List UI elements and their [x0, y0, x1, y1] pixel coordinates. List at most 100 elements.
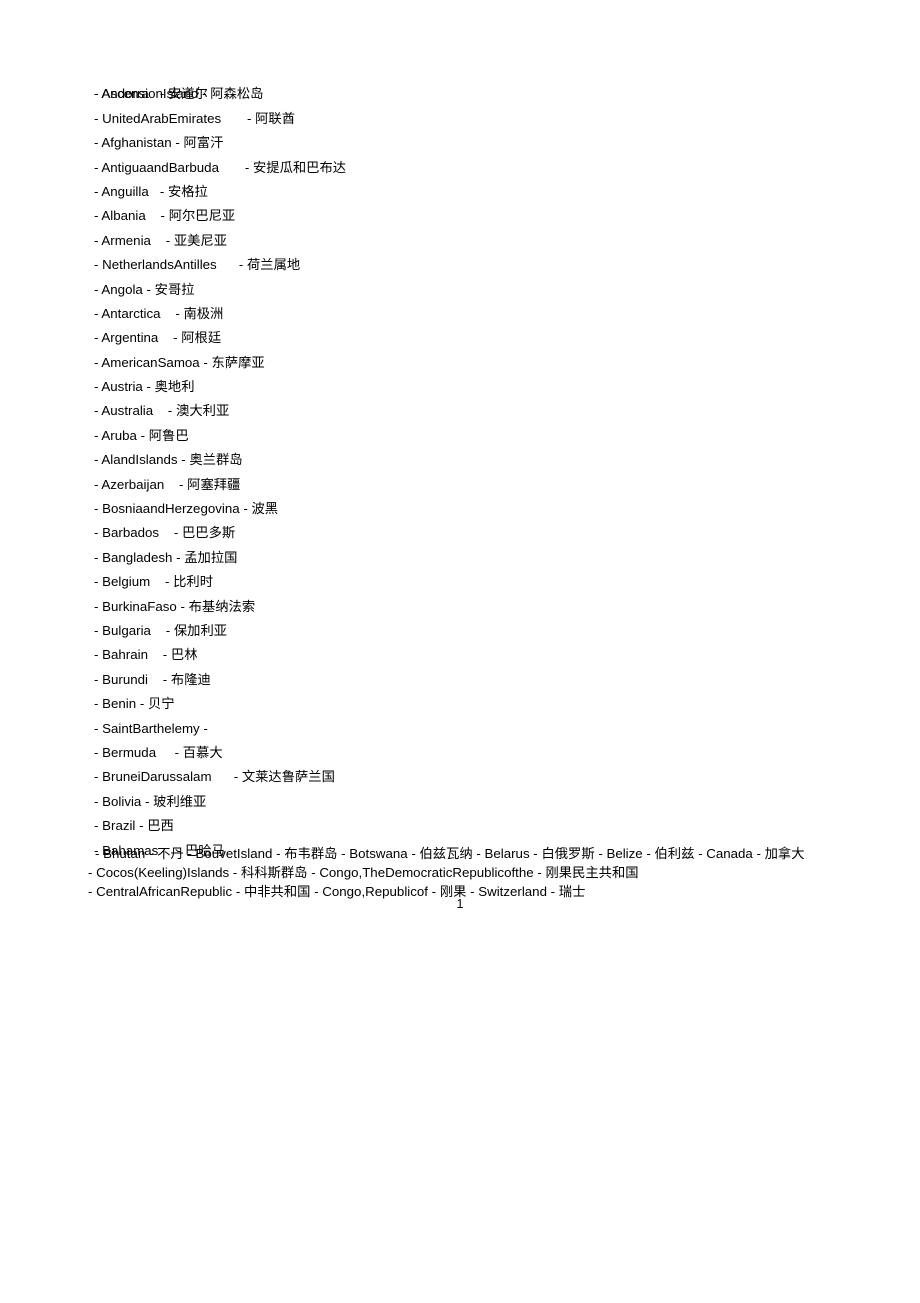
- country-name-cn: 保加利亚: [173, 623, 228, 639]
- list-item: - Brazil - 巴西: [0, 814, 920, 838]
- entry-gap: [150, 574, 165, 589]
- country-name-en: Andorra: [101, 86, 149, 102]
- separator-dash: -: [145, 846, 158, 861]
- country-entries: - Andorra - 安道尔 - UnitedArabEmirates - 阿联…: [0, 82, 920, 863]
- list-item: - UnitedArabEmirates - 阿联酋: [0, 107, 920, 131]
- country-name-cn: 百慕大: [182, 745, 223, 761]
- country-name-cn: 布韦群岛: [284, 847, 338, 862]
- separator-dash: -: [272, 846, 285, 861]
- country-name-en: Bangladesh: [102, 549, 173, 565]
- country-name-en: Austria: [101, 379, 143, 395]
- list-item: - Barbados - 巴巴多斯: [0, 521, 920, 545]
- country-name-cn-group: - 刚果民主共和国: [533, 865, 639, 881]
- country-name-en: Bermuda: [102, 744, 157, 760]
- entry-gap: [151, 233, 166, 248]
- list-item: - BruneiDarussalam - 文莱达鲁萨兰国: [0, 765, 920, 789]
- country-name-en: Australia: [101, 403, 154, 419]
- country-name-cn: 贝宁: [148, 697, 175, 713]
- country-name-en: Argentina: [101, 330, 159, 346]
- country-name-en: Armenia: [101, 232, 151, 248]
- entry-gap: [217, 257, 239, 272]
- country-name-en: Albania: [101, 208, 146, 224]
- list-item: - Bermuda - 百慕大: [0, 741, 920, 765]
- country-name-en: Afghanistan: [101, 135, 172, 151]
- country-name-cn: 伯利兹: [654, 847, 695, 862]
- list-item: - Austria - 奥地利: [0, 375, 920, 399]
- country-name-en: Azerbaijan: [101, 476, 165, 492]
- entry-gap: [164, 477, 179, 492]
- list-item: - Belize: [598, 846, 642, 861]
- country-name-en: Benin: [102, 696, 137, 712]
- country-name-en: BosniaandHerzegovina: [102, 501, 240, 517]
- entry-gap: [149, 86, 160, 101]
- separator-dash: -: [203, 720, 208, 736]
- entry-gap: [161, 306, 176, 321]
- list-item: - Burundi - 布隆迪: [0, 668, 920, 692]
- list-item: - Bulgaria - 保加利亚: [0, 619, 920, 643]
- list-item: - BouvetIsland: [187, 846, 272, 861]
- country-name-cn: 东萨摩亚: [211, 355, 265, 371]
- list-item: - Botswana: [341, 846, 408, 861]
- entry-gap: [158, 330, 173, 345]
- separator-dash: -: [752, 846, 765, 861]
- list-item: - AmericanSamoa - 东萨摩亚: [0, 351, 920, 375]
- country-name-cn: 玻利维亚: [153, 794, 207, 810]
- list-item: - Bolivia - 玻利维亚: [0, 790, 920, 814]
- country-name-cn: 荷兰属地: [247, 258, 301, 274]
- country-name-cn: 文莱达鲁萨兰国: [241, 770, 335, 786]
- country-name-en: BurkinaFaso: [102, 598, 177, 614]
- country-name-cn: 阿根廷: [181, 331, 222, 347]
- country-name-en: Cocos(Keeling)Islands: [96, 865, 230, 880]
- country-name-en: SaintBarthelemy: [102, 720, 200, 736]
- country-name-cn: 不丹: [157, 847, 184, 862]
- bullet-dash: -: [476, 846, 485, 861]
- country-name-en: Bahrain: [102, 647, 148, 663]
- country-name-cn: 阿富汗: [183, 136, 224, 152]
- list-item: - Benin - 贝宁: [0, 692, 920, 716]
- country-name-en: Anguilla: [101, 183, 149, 199]
- country-name-en: Angola: [101, 281, 143, 297]
- country-name-en: Burundi: [102, 671, 148, 687]
- document-page: - AscensionIsland - 阿森松岛 - Andorra - 安道尔…: [0, 0, 920, 1303]
- country-name-cn: 南极洲: [183, 306, 224, 322]
- entry-gap: [219, 160, 245, 175]
- list-item: - Belarus: [476, 846, 529, 861]
- separator-dash: -: [533, 865, 546, 880]
- country-name-cn-group: - 不丹: [145, 846, 184, 862]
- list-item: - Andorra - 安道尔: [0, 82, 920, 106]
- country-name-en: Botswana: [349, 846, 408, 861]
- list-item: - NetherlandsAntilles - 荷兰属地: [0, 253, 920, 277]
- country-name-cn: 巴西: [147, 819, 174, 835]
- list-item: - Anguilla - 安格拉: [0, 180, 920, 204]
- country-name-cn: 布基纳法索: [188, 599, 256, 615]
- list-item: - Albania - 阿尔巴尼亚: [0, 204, 920, 228]
- country-name-cn: 刚果民主共和国: [545, 866, 639, 881]
- list-item: - Argentina - 阿根廷: [0, 326, 920, 350]
- separator-dash: -: [642, 846, 655, 861]
- page-number: 1: [456, 897, 464, 911]
- bullet-dash: -: [698, 846, 707, 861]
- separator-dash: -: [229, 865, 241, 880]
- list-item: - Aruba - 阿鲁巴: [0, 424, 920, 448]
- list-item: - Canada: [698, 846, 753, 861]
- country-name-en: Congo,TheDemocraticRepublicofthe: [319, 865, 534, 880]
- bullet-dash: -: [95, 846, 104, 861]
- list-item: - Armenia - 亚美尼亚: [0, 229, 920, 253]
- bullet-dash: -: [187, 846, 196, 861]
- country-name-cn: 阿鲁巴: [148, 428, 189, 444]
- country-name-cn: 安道尔: [167, 87, 208, 103]
- list-item: - Bhutan: [95, 846, 145, 861]
- list-item: - Bangladesh - 孟加拉国: [0, 546, 920, 570]
- country-name-cn: 安提瓜和巴布达: [252, 160, 347, 176]
- list-item: - Afghanistan - 阿富汗: [0, 131, 920, 155]
- country-name-cn: 阿尔巴尼亚: [168, 209, 236, 225]
- entry-gap: [159, 525, 174, 540]
- bullet-dash: -: [88, 865, 97, 880]
- country-name-cn: 加拿大: [764, 847, 805, 862]
- country-name-en: Belgium: [102, 574, 151, 590]
- country-name-en: AlandIslands: [101, 452, 178, 468]
- country-name-cn-group: - 科科斯群岛: [229, 865, 308, 881]
- country-name-en: UnitedArabEmirates: [102, 110, 222, 126]
- list-item: - BurkinaFaso - 布基纳法索: [0, 595, 920, 619]
- country-name-en: Aruba: [101, 427, 137, 443]
